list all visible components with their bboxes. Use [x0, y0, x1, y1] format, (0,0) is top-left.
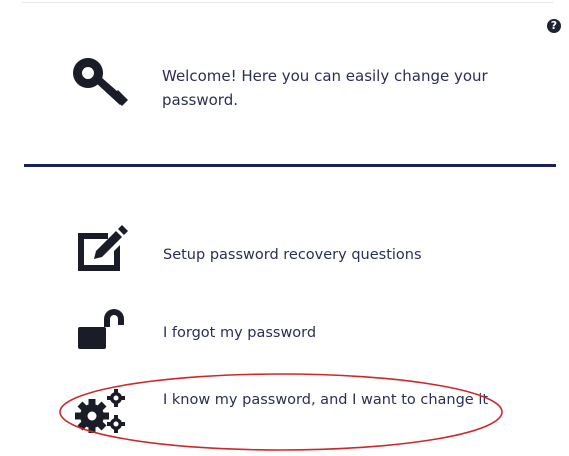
unlock-icon [78, 309, 124, 349]
setup-recovery-questions-label: Setup password recovery questions [163, 247, 422, 263]
setup-recovery-questions-option[interactable]: Setup password recovery questions [64, 225, 504, 281]
welcome-message: Welcome! Here you can easily change your… [162, 67, 488, 109]
forgot-password-label: I forgot my password [163, 325, 317, 341]
change-password-option[interactable]: I know my password, and I want to change… [64, 382, 504, 446]
change-password-label: I know my password, and I want to change… [163, 392, 489, 408]
top-divider [22, 2, 553, 3]
question-circle-icon[interactable]: ? [547, 19, 561, 33]
header-divider [24, 164, 556, 167]
forgot-password-option[interactable]: I forgot my password [64, 305, 504, 361]
edit-icon [78, 225, 128, 271]
key-icon [73, 58, 128, 106]
gears-icon [75, 389, 125, 433]
